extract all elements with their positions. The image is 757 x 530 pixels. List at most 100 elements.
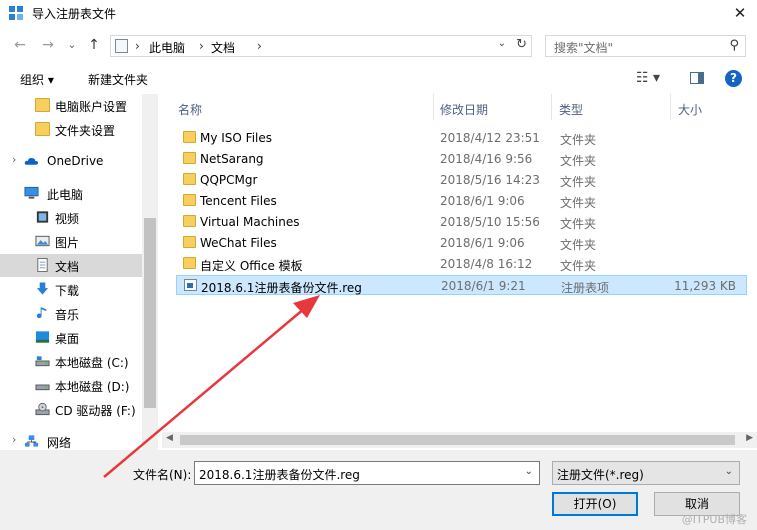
nav-item-pictures[interactable]: 图片 xyxy=(0,230,142,253)
file-modified: 2018/6/1 9:06 xyxy=(440,194,525,208)
nav-item-cd-drive[interactable]: CD 驱动器 (F:) xyxy=(0,398,142,421)
picture-icon xyxy=(35,235,50,247)
organize-menu[interactable]: 组织 ▾ xyxy=(20,71,54,88)
scroll-left-icon[interactable]: ◀ xyxy=(166,433,173,443)
nav-item-label: 网络 xyxy=(47,436,72,450)
navigation-scrollbar[interactable] xyxy=(142,94,158,450)
table-row[interactable]: 自定义 Office 模板 2018/4/8 16:12 文件夹 xyxy=(176,254,747,274)
folder-icon xyxy=(183,257,196,269)
help-icon[interactable]: ? xyxy=(725,70,742,87)
filename-label: 文件名(N): xyxy=(133,468,192,482)
chevron-right-icon[interactable]: › xyxy=(12,433,16,446)
table-row[interactable]: Tencent Files 2018/6/1 9:06 文件夹 xyxy=(176,191,747,211)
nav-item-desktop[interactable]: 桌面 xyxy=(0,326,142,349)
command-bar: 组织 ▾ 新建文件夹 ☷ ▾ ? xyxy=(0,62,757,94)
folder-icon xyxy=(183,215,196,227)
scrollbar-thumb[interactable] xyxy=(144,218,156,408)
scrollbar-thumb[interactable] xyxy=(180,435,735,445)
folder-icon xyxy=(35,122,50,136)
nav-item-account-settings[interactable]: 电脑账户设置 xyxy=(0,94,142,117)
file-name: WeChat Files xyxy=(200,236,277,250)
desktop-icon xyxy=(35,331,50,343)
chevron-down-icon[interactable]: ⌄ xyxy=(725,466,733,477)
nav-item-label: 文档 xyxy=(55,260,80,274)
folder-icon xyxy=(183,152,196,164)
table-row[interactable]: NetSarang 2018/4/16 9:56 文件夹 xyxy=(176,149,747,169)
file-type-filter-select[interactable]: 注册文件(*.reg) ⌄ xyxy=(552,461,740,485)
address-separator: › xyxy=(199,39,204,53)
file-modified: 2018/4/16 9:56 xyxy=(440,152,533,166)
nav-item-label: CD 驱动器 (F:) xyxy=(55,404,136,418)
title-bar: 导入注册表文件 ✕ xyxy=(0,0,757,30)
nav-item-label: 图片 xyxy=(55,236,80,250)
music-icon xyxy=(36,307,47,319)
nav-item-folder-settings[interactable]: 文件夹设置 xyxy=(0,118,142,141)
address-separator: › xyxy=(135,39,140,53)
table-row[interactable]: QQPCMgr 2018/5/16 14:23 文件夹 xyxy=(176,170,747,190)
scroll-right-icon[interactable]: ▶ xyxy=(746,433,753,443)
breadcrumb-documents[interactable]: 文档 xyxy=(211,39,235,56)
column-header-size[interactable]: 大小 xyxy=(670,94,750,120)
table-row[interactable]: My ISO Files 2018/4/12 23:51 文件夹 xyxy=(176,128,747,148)
back-button[interactable]: ← xyxy=(10,36,30,54)
table-row[interactable]: Virtual Machines 2018/5/10 15:56 文件夹 xyxy=(176,212,747,232)
recent-locations-button[interactable]: ⌄ xyxy=(62,36,82,54)
file-name: QQPCMgr xyxy=(200,173,258,187)
preview-pane-icon[interactable] xyxy=(690,72,704,84)
computer-icon xyxy=(24,186,39,199)
close-button[interactable]: ✕ xyxy=(723,0,757,28)
nav-item-label: 此电脑 xyxy=(47,188,84,202)
view-options-icon[interactable]: ☷ ▾ xyxy=(636,70,660,86)
cd-drive-icon xyxy=(35,402,50,416)
file-name: Virtual Machines xyxy=(200,215,300,229)
nav-item-videos[interactable]: 视频 xyxy=(0,206,142,229)
file-type: 文件夹 xyxy=(560,217,597,231)
address-dropdown-icon[interactable]: ⌄ xyxy=(498,38,506,49)
column-header-modified[interactable]: 修改日期 xyxy=(432,94,552,120)
chevron-right-icon[interactable]: › xyxy=(12,153,16,166)
file-type: 文件夹 xyxy=(560,259,597,273)
nav-item-label: 本地磁盘 (C:) xyxy=(55,356,129,370)
nav-item-music[interactable]: 音乐 xyxy=(0,302,142,325)
breadcrumb-this-pc[interactable]: 此电脑 xyxy=(149,39,185,56)
nav-item-downloads[interactable]: 下载 xyxy=(0,278,142,301)
column-header-name[interactable]: 名称 xyxy=(170,94,434,120)
registry-file-icon xyxy=(184,279,197,291)
search-input[interactable]: 搜索"文档" ⚲ xyxy=(545,35,746,57)
nav-item-onedrive[interactable]: › OneDrive xyxy=(0,150,142,173)
horizontal-scrollbar[interactable]: ◀ ▶ xyxy=(162,432,757,448)
address-separator: › xyxy=(257,39,262,53)
nav-item-label: 下载 xyxy=(55,284,80,298)
address-field[interactable]: › 此电脑 › 文档 › ⌄ ↻ xyxy=(110,35,532,57)
nav-item-this-pc[interactable]: 此电脑 xyxy=(0,182,142,205)
forward-button[interactable]: → xyxy=(38,36,58,54)
filter-value: 注册文件(*.reg) xyxy=(557,468,644,482)
file-type: 注册表项 xyxy=(561,281,610,295)
nav-item-network[interactable]: › 网络 xyxy=(0,430,142,450)
table-row-selected[interactable]: 2018.6.1注册表备份文件.reg 2018/6/1 9:21 注册表项 1… xyxy=(176,275,747,295)
search-icon[interactable]: ⚲ xyxy=(729,38,739,53)
drive-icon xyxy=(35,356,50,367)
nav-item-label: OneDrive xyxy=(47,154,104,168)
file-modified: 2018/5/10 15:56 xyxy=(440,215,540,229)
open-button[interactable]: 打开(O) xyxy=(552,492,638,516)
column-header-type[interactable]: 类型 xyxy=(551,94,671,120)
document-location-icon xyxy=(115,39,128,53)
nav-item-drive-c[interactable]: 本地磁盘 (C:) xyxy=(0,350,142,373)
file-list: ^ 名称 修改日期 类型 大小 My ISO Files 2018/4/12 2… xyxy=(162,94,757,430)
folder-icon xyxy=(183,131,196,143)
folder-icon xyxy=(183,194,196,206)
refresh-icon[interactable]: ↻ xyxy=(516,37,527,52)
nav-item-label: 视频 xyxy=(55,212,80,226)
file-type: 文件夹 xyxy=(560,175,597,189)
nav-item-label: 文件夹设置 xyxy=(55,124,116,138)
chevron-down-icon[interactable]: ⌄ xyxy=(525,466,533,477)
nav-item-documents[interactable]: 文档 xyxy=(0,254,142,277)
file-name: 自定义 Office 模板 xyxy=(200,259,303,273)
table-row[interactable]: WeChat Files 2018/6/1 9:06 文件夹 xyxy=(176,233,747,253)
new-folder-button[interactable]: 新建文件夹 xyxy=(88,71,148,88)
filename-field[interactable]: 2018.6.1注册表备份文件.reg ⌄ xyxy=(194,461,540,485)
nav-item-drive-d[interactable]: 本地磁盘 (D:) xyxy=(0,374,142,397)
file-type: 文件夹 xyxy=(560,196,597,210)
up-button[interactable]: ↑ xyxy=(84,36,104,54)
